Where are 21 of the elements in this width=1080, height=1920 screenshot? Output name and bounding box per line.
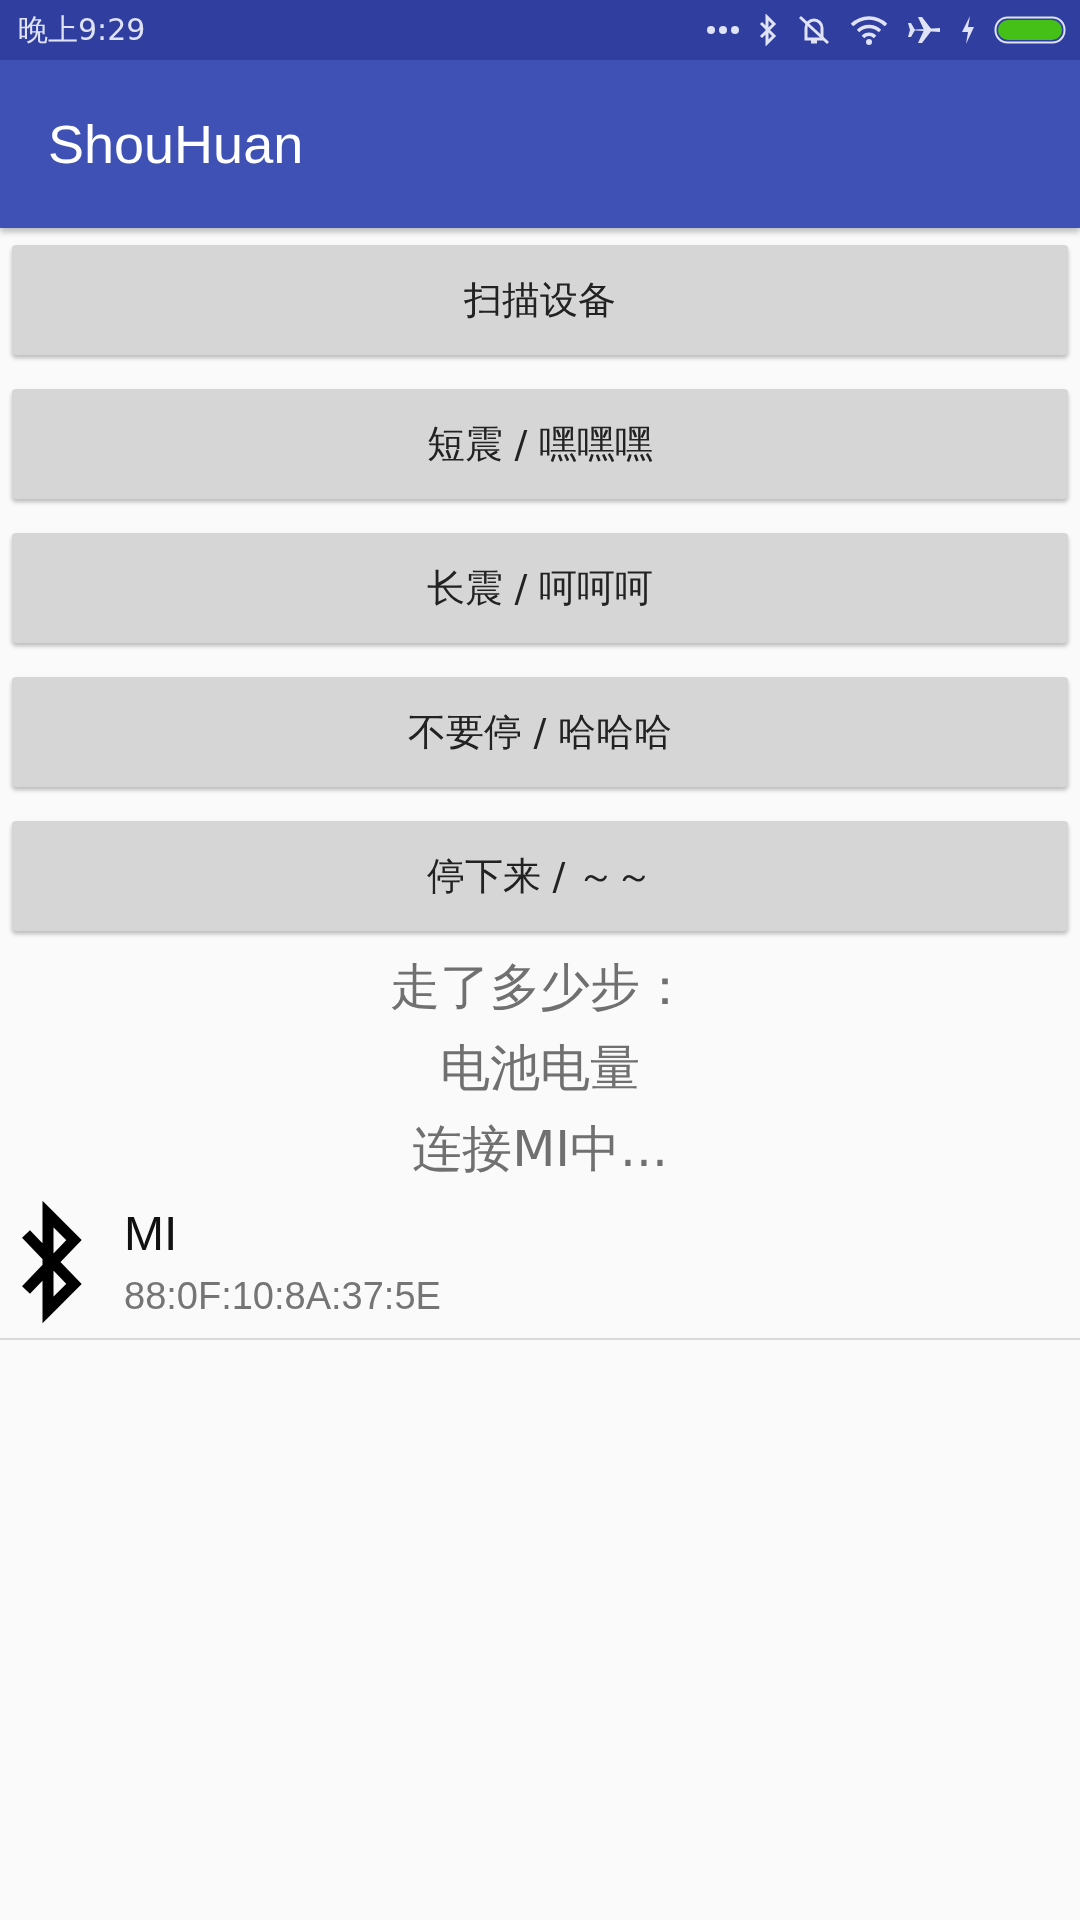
action-button[interactable]: 短震 / 嘿嘿嘿 — [12, 389, 1068, 499]
battery-icon — [994, 16, 1066, 44]
airplane-icon — [906, 15, 942, 45]
device-address: 88:0F:10:8A:37:5E — [124, 1275, 441, 1318]
device-list-item[interactable]: MI 88:0F:10:8A:37:5E — [0, 1190, 1080, 1340]
bluetooth-icon — [20, 1200, 82, 1324]
status-time: 晚上9:29 — [18, 10, 146, 49]
device-name: MI — [124, 1206, 179, 1261]
bluetooth-icon — [758, 14, 778, 46]
action-button[interactable]: 不要停 / 哈哈哈 — [12, 677, 1068, 787]
status-text: 连接MI中... — [412, 1119, 668, 1180]
action-button[interactable]: 扫描设备 — [12, 245, 1068, 355]
status-text: 电池电量 — [440, 1038, 640, 1099]
more-icon — [706, 25, 740, 35]
action-button[interactable]: 停下来 / ～～ — [12, 821, 1068, 931]
muted-bell-icon — [796, 13, 832, 47]
wifi-icon — [850, 15, 888, 45]
charging-icon — [960, 15, 976, 45]
action-button[interactable]: 长震 / 呵呵呵 — [12, 533, 1068, 643]
status-text: 走了多少步： — [390, 957, 690, 1018]
app-title: ShouHuan — [48, 113, 304, 175]
